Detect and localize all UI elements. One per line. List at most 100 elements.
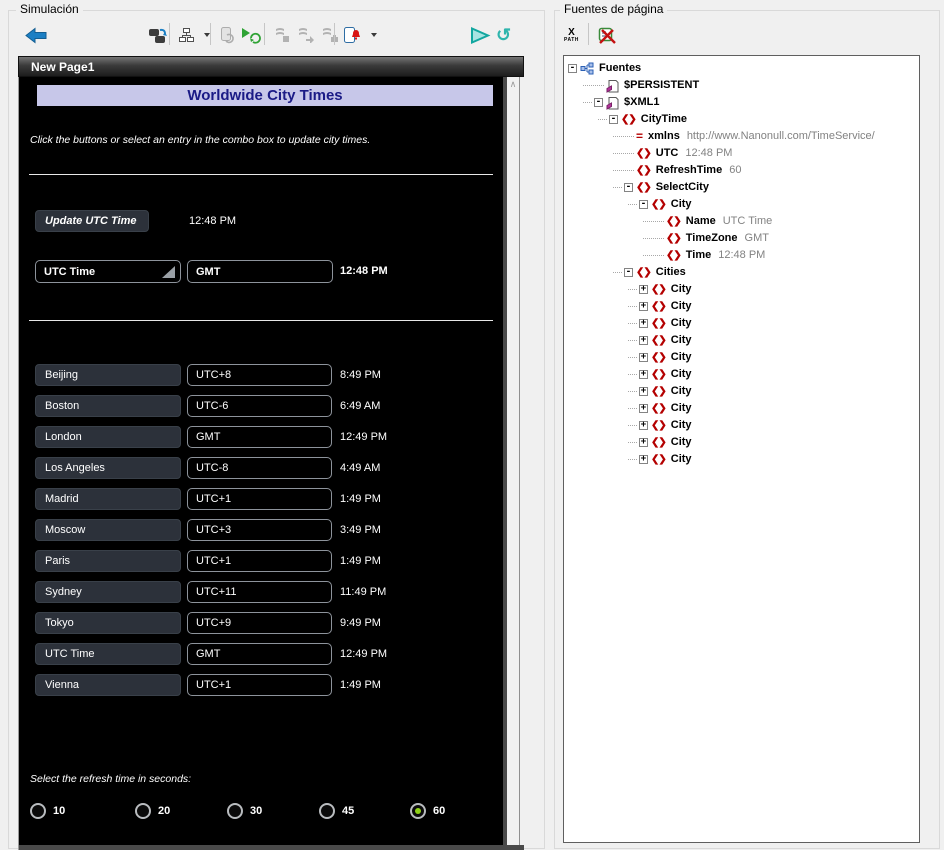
back-button[interactable]: [24, 23, 53, 47]
tree-connector: [613, 136, 634, 137]
city-zone-field[interactable]: GMT: [187, 426, 332, 448]
city-button[interactable]: Boston: [35, 395, 181, 417]
page-hierarchy-button[interactable]: [178, 23, 210, 47]
expand-icon[interactable]: [639, 438, 648, 447]
update-utc-time-button[interactable]: Update UTC Time: [35, 210, 149, 232]
phone-page: Worldwide City Times Click the buttons o…: [18, 77, 507, 845]
tree-row[interactable]: Time 12:48 PM: [564, 247, 919, 264]
tree-row[interactable]: CityTime: [564, 111, 919, 128]
refresh-radio-10[interactable]: 10: [30, 803, 65, 819]
city-button[interactable]: Paris: [35, 550, 181, 572]
step-over-button-disabled[interactable]: [296, 23, 320, 47]
reload-page-button-disabled[interactable]: [218, 23, 241, 47]
tree-row[interactable]: City: [564, 417, 919, 434]
city-zone-field[interactable]: UTC+3: [187, 519, 332, 541]
city-button[interactable]: Beijing: [35, 364, 181, 386]
expand-icon[interactable]: [639, 421, 648, 430]
collapse-icon[interactable]: [609, 115, 618, 124]
element-icon: [666, 247, 681, 264]
tree-row[interactable]: City: [564, 332, 919, 349]
collapse-icon[interactable]: [594, 98, 603, 107]
tree-row[interactable]: Fuentes: [564, 60, 919, 77]
city-button[interactable]: UTC Time: [35, 643, 181, 665]
tree-row[interactable]: City: [564, 298, 919, 315]
step-out-button-disabled[interactable]: [320, 23, 344, 47]
expand-icon[interactable]: [639, 336, 648, 345]
city-button[interactable]: Los Angeles: [35, 457, 181, 479]
expand-icon[interactable]: [639, 285, 648, 294]
expand-icon[interactable]: [639, 302, 648, 311]
city-zone-field[interactable]: UTC+1: [187, 550, 332, 572]
tree-node-name: Time: [685, 249, 712, 261]
tree-row[interactable]: City: [564, 366, 919, 383]
tree-row[interactable]: City: [564, 281, 919, 298]
tree-row[interactable]: City: [564, 434, 919, 451]
run-play-icon: [468, 26, 492, 45]
step-into-button-disabled[interactable]: [272, 23, 296, 47]
refresh-radio-20[interactable]: 20: [135, 803, 170, 819]
city-button[interactable]: Vienna: [35, 674, 181, 696]
element-icon: [636, 145, 651, 162]
restart-simulation-button[interactable]: [148, 23, 174, 47]
tree-row[interactable]: TimeZone GMT: [564, 230, 919, 247]
tree-row[interactable]: $XML1: [564, 94, 919, 111]
city-button[interactable]: London: [35, 426, 181, 448]
page-scrollbar[interactable]: ∧: [507, 77, 520, 845]
expand-icon[interactable]: [639, 404, 648, 413]
refresh-radio-30[interactable]: 30: [227, 803, 262, 819]
tree-row[interactable]: City: [564, 349, 919, 366]
tree-row[interactable]: City: [564, 196, 919, 213]
tree-row[interactable]: City: [564, 451, 919, 468]
radio-circle-icon: [30, 803, 46, 819]
restart-simulation-icon: [148, 26, 169, 45]
combo-timezone-field[interactable]: GMT: [187, 260, 333, 283]
city-zone-field[interactable]: UTC-6: [187, 395, 332, 417]
xpath-button[interactable]: X PATH: [564, 23, 579, 47]
play-refresh-button[interactable]: [240, 23, 266, 47]
city-zone-field[interactable]: UTC+1: [187, 488, 332, 510]
tree-connector: [583, 85, 604, 86]
city-combo-box[interactable]: UTC Time: [35, 260, 181, 283]
tree-row[interactable]: Cities: [564, 264, 919, 281]
city-zone-field[interactable]: UTC-8: [187, 457, 332, 479]
collapse-icon[interactable]: [639, 200, 648, 209]
tree-row[interactable]: City: [564, 383, 919, 400]
city-zone-field[interactable]: UTC+1: [187, 674, 332, 696]
tree-node-value: 12:48 PM: [718, 249, 766, 261]
tree-row[interactable]: RefreshTime 60: [564, 162, 919, 179]
tree-row[interactable]: UTC 12:48 PM: [564, 145, 919, 162]
remove-source-button[interactable]: [596, 23, 622, 47]
tree-row[interactable]: City: [564, 400, 919, 417]
collapse-icon[interactable]: [624, 183, 633, 192]
device-alerts-button[interactable]: [342, 23, 377, 47]
city-zone-field[interactable]: UTC+11: [187, 581, 332, 603]
city-button[interactable]: Tokyo: [35, 612, 181, 634]
city-button[interactable]: Sydney: [35, 581, 181, 603]
expand-icon[interactable]: [639, 455, 648, 464]
refresh-radio-60-selected[interactable]: 60: [410, 803, 445, 819]
city-zone-field[interactable]: UTC+9: [187, 612, 332, 634]
expand-icon[interactable]: [639, 353, 648, 362]
expand-icon[interactable]: [639, 319, 648, 328]
tree-row[interactable]: SelectCity: [564, 179, 919, 196]
reset-button[interactable]: ↺: [496, 23, 511, 47]
run-button[interactable]: [468, 23, 497, 47]
city-time-value: 9:49 PM: [340, 617, 381, 629]
tree-connector: [628, 425, 637, 426]
refresh-radio-45[interactable]: 45: [319, 803, 354, 819]
tree-row[interactable]: $PERSISTENT: [564, 77, 919, 94]
city-button[interactable]: Madrid: [35, 488, 181, 510]
city-button[interactable]: Moscow: [35, 519, 181, 541]
collapse-icon[interactable]: [568, 64, 577, 73]
expand-icon[interactable]: [639, 387, 648, 396]
tree-row[interactable]: City: [564, 315, 919, 332]
city-zone-field[interactable]: GMT: [187, 643, 332, 665]
tree-row[interactable]: xmlns http://www.Nanonull.com/TimeServic…: [564, 128, 919, 145]
scroll-up-icon[interactable]: ∧: [507, 77, 519, 91]
tree-row[interactable]: Name UTC Time: [564, 213, 919, 230]
tree-node-value: 60: [729, 164, 742, 176]
collapse-icon[interactable]: [624, 268, 633, 277]
expand-icon[interactable]: [639, 370, 648, 379]
play-refresh-icon: [240, 26, 261, 44]
city-zone-field[interactable]: UTC+8: [187, 364, 332, 386]
